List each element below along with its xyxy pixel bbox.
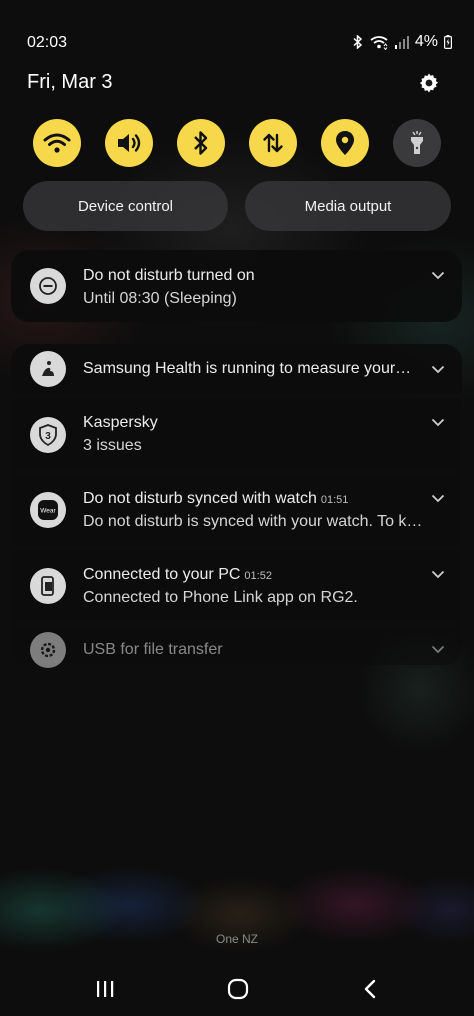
notification-title: USB for file transfer: [83, 641, 223, 658]
back-icon: [364, 979, 376, 999]
notification-title: Kaspersky: [83, 414, 158, 431]
location-toggle[interactable]: [321, 119, 369, 167]
notification-usb[interactable]: USB for file transfer: [11, 626, 462, 668]
notification-body: Connected to Phone Link app on RG2.: [83, 589, 358, 606]
device-control-button[interactable]: Device control: [23, 181, 228, 231]
notification-kaspersky[interactable]: 3 Kaspersky 3 issues: [11, 398, 462, 470]
bluetooth-toggle[interactable]: [177, 119, 225, 167]
chevron-down-icon[interactable]: [431, 494, 445, 503]
signal-status-icon: [394, 35, 409, 49]
dnd-notification[interactable]: Do not disturb turned on Until 08:30 (Sl…: [11, 250, 462, 322]
location-icon: [336, 131, 354, 155]
kaspersky-shield-icon: 3: [30, 417, 66, 453]
samsung-health-icon: [30, 351, 66, 387]
bluetooth-status-icon: [353, 35, 363, 49]
usb-settings-icon: [30, 632, 66, 668]
status-icons: 4%: [353, 33, 452, 51]
svg-text:3: 3: [45, 431, 51, 442]
notification-time: 01:51: [320, 494, 349, 506]
recents-button[interactable]: [85, 973, 125, 1005]
wear-icon: Wear: [30, 492, 66, 528]
notification-title: Connected to your PC 01:52: [83, 566, 272, 584]
media-output-button[interactable]: Media output: [245, 181, 451, 231]
sound-toggle[interactable]: [105, 119, 153, 167]
notification-body: Do not disturb is synced with your watch…: [83, 513, 423, 530]
notification-title: Do not disturb synced with watch 01:51: [83, 490, 348, 508]
battery-charging-icon: [444, 35, 452, 49]
chevron-down-icon[interactable]: [431, 365, 445, 374]
home-button[interactable]: [218, 973, 258, 1005]
notification-title-text: Do not disturb synced with watch: [83, 490, 317, 507]
status-time: 02:03: [27, 34, 68, 51]
notification-body: Until 08:30 (Sleeping): [83, 290, 237, 307]
phone-link-icon: [30, 568, 66, 604]
chevron-down-icon[interactable]: [431, 418, 445, 427]
back-button[interactable]: [350, 973, 390, 1005]
recents-icon: [97, 981, 114, 997]
wifi-status-icon: [370, 35, 388, 50]
sound-icon: [118, 134, 141, 152]
notification-samsung-health[interactable]: Samsung Health is running to measure you…: [11, 344, 462, 394]
wifi-toggle[interactable]: [33, 119, 81, 167]
notification-time: 01:52: [244, 570, 272, 582]
notification-connected-pc[interactable]: Connected to your PC 01:52 Connected to P…: [11, 550, 462, 622]
notification-dnd-synced[interactable]: Wear Do not disturb synced with watch 01:…: [11, 474, 462, 546]
date-label: Fri, Mar 3: [27, 71, 113, 93]
flashlight-toggle[interactable]: [393, 119, 441, 167]
notification-body: 3 issues: [83, 437, 142, 454]
quick-settings-toggles: [33, 119, 441, 167]
chevron-down-icon[interactable]: [431, 570, 445, 579]
wifi-icon: [43, 133, 71, 153]
flashlight-icon: [411, 131, 423, 154]
notification-title: Do not disturb turned on: [83, 267, 255, 284]
dnd-icon: [30, 268, 66, 304]
notification-title: Samsung Health is running to measure you…: [83, 360, 412, 377]
svg-text:Wear: Wear: [40, 508, 56, 515]
chevron-down-icon[interactable]: [431, 645, 445, 654]
settings-gear-icon[interactable]: [417, 71, 441, 95]
mobile-data-toggle[interactable]: [249, 119, 297, 167]
battery-percent: 4%: [414, 33, 438, 50]
bluetooth-icon: [194, 131, 208, 155]
chevron-down-icon[interactable]: [431, 271, 445, 280]
notification-title-text: Connected to your PC: [83, 566, 241, 583]
mobile-data-icon: [263, 133, 283, 153]
carrier-label: One NZ: [215, 932, 258, 946]
home-icon: [227, 978, 249, 1000]
